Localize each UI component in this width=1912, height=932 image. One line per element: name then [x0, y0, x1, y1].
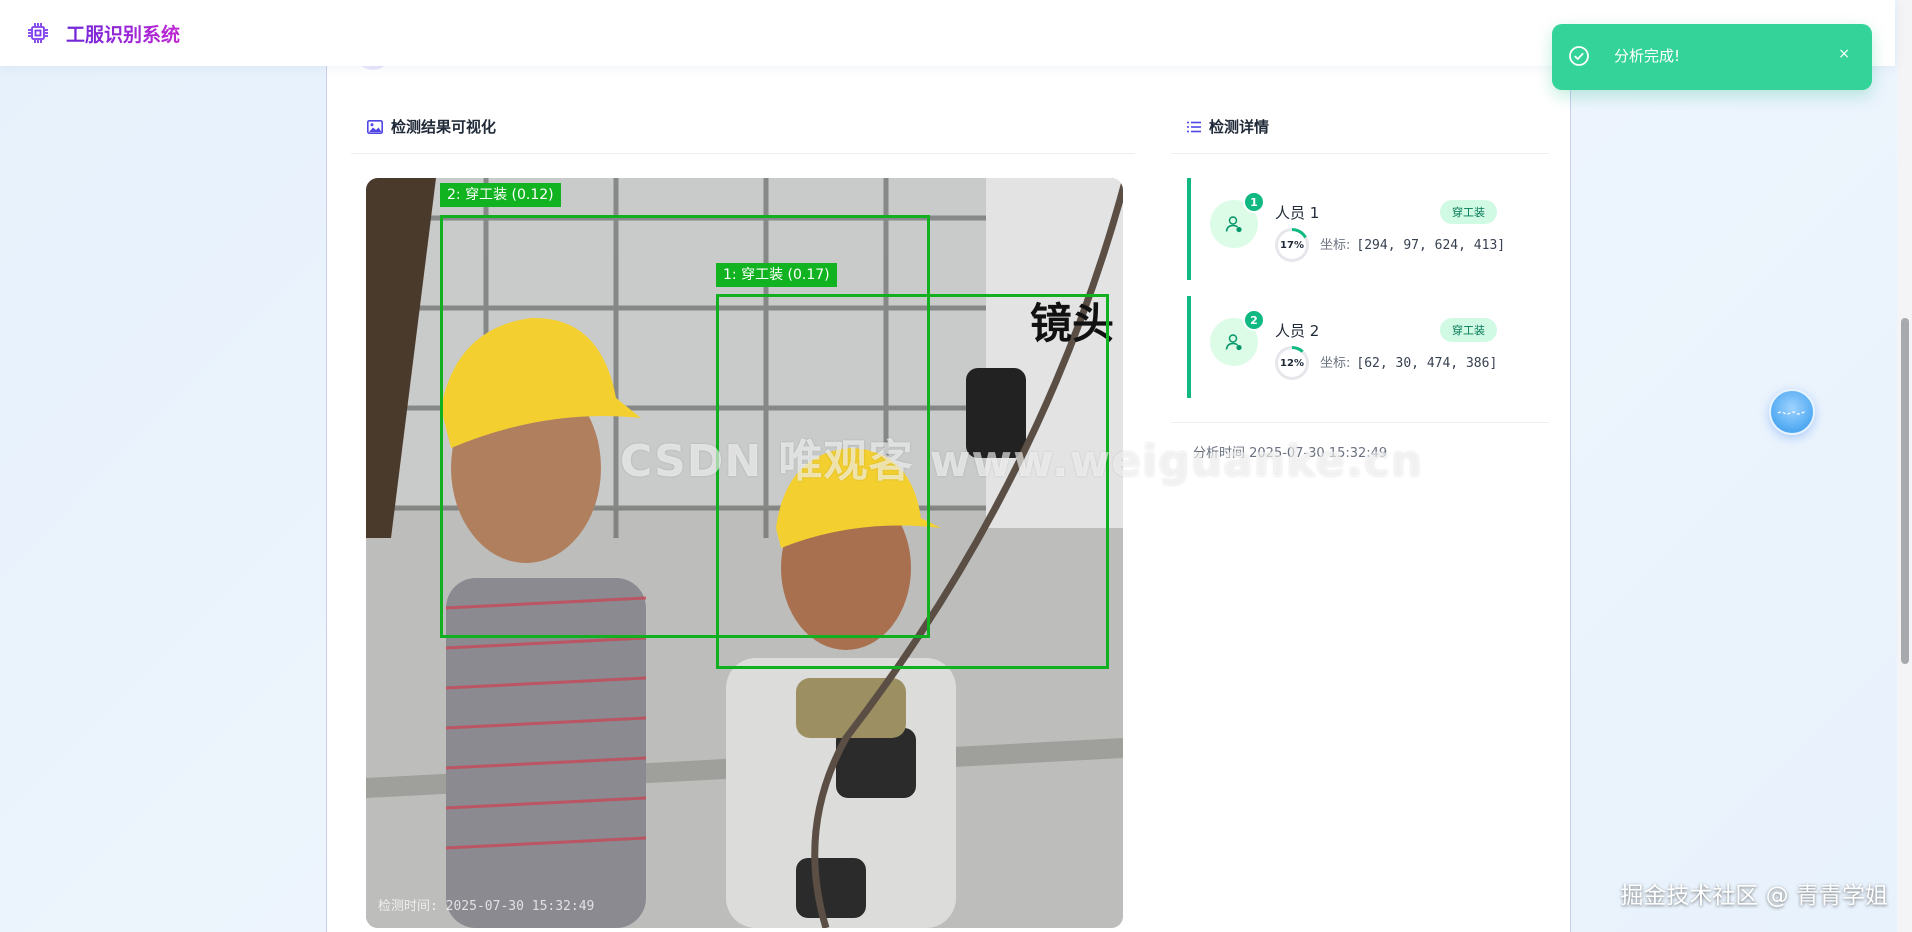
- coordinates: 坐标: [62, 30, 474, 386]: [1320, 352, 1497, 371]
- confidence-ring: 17%: [1275, 228, 1309, 262]
- status-badge: 穿工装: [1440, 200, 1497, 224]
- list-icon: [1187, 121, 1201, 133]
- wave-icon: [1777, 403, 1807, 422]
- app-title: 工服识别系统: [66, 20, 180, 47]
- image-icon: [367, 119, 383, 134]
- close-icon[interactable]: ×: [1838, 46, 1850, 62]
- scrollbar-thumb[interactable]: [1901, 318, 1909, 664]
- person-index-badge: 2: [1243, 309, 1265, 331]
- toast-message: 分析完成!: [1614, 47, 1681, 65]
- chip-icon: [24, 19, 52, 47]
- divider: [1171, 422, 1549, 423]
- status-badge: 穿工装: [1440, 318, 1497, 342]
- coordinates-label: 坐标:: [1320, 238, 1351, 253]
- detection-image[interactable]: 镜头 2: 穿工装 (0.12) 1: 穿工装 (0.17) 检测时间: 202…: [366, 178, 1123, 928]
- coordinates-value: [62, 30, 474, 386]: [1356, 356, 1498, 371]
- visualization-header: 检测结果可视化: [351, 100, 1135, 154]
- check-circle-icon: [1568, 45, 1590, 71]
- details-header: 检测详情: [1171, 100, 1549, 154]
- confidence-ring: 12%: [1275, 346, 1309, 380]
- detection-label-1: 1: 穿工装 (0.17): [716, 263, 837, 287]
- details-panel: 检测详情 1 人员 1 穿工装 17% 坐标: [294, 97, 624, 41…: [1171, 100, 1549, 461]
- person-card-1[interactable]: 1 人员 1 穿工装 17% 坐标: [294, 97, 624, 413]: [1187, 178, 1527, 280]
- coordinates-value: [294, 97, 624, 413]: [1356, 238, 1506, 253]
- image-timestamp: 检测时间: 2025-07-30 15:32:49: [378, 899, 595, 914]
- confidence-value: 12%: [1278, 349, 1306, 377]
- bottom-watermark: 掘金技术社区 @ 青青学姐: [1620, 883, 1888, 909]
- coordinates: 坐标: [294, 97, 624, 413]: [1320, 234, 1505, 253]
- visualization-panel: 检测结果可视化: [351, 100, 1135, 154]
- page-scrollbar[interactable]: [1897, 0, 1912, 932]
- person-card-2[interactable]: 2 人员 2 穿工装 12% 坐标: [62, 30, 474, 386]: [1187, 296, 1527, 398]
- person-index-badge: 1: [1243, 191, 1265, 213]
- details-title: 检测详情: [1209, 118, 1270, 136]
- person-name: 人员 1: [1275, 204, 1320, 222]
- coordinates-label: 坐标:: [1320, 356, 1351, 371]
- floating-assistant-button[interactable]: [1769, 389, 1815, 435]
- detection-label-2: 2: 穿工装 (0.12): [440, 183, 561, 207]
- person-name: 人员 2: [1275, 322, 1320, 340]
- visualization-title: 检测结果可视化: [391, 118, 497, 136]
- confidence-value: 17%: [1278, 231, 1306, 259]
- success-toast: 分析完成! ×: [1552, 24, 1872, 90]
- center-watermark: CSDN 唯观客 www.weiguanke.cn: [620, 436, 1424, 487]
